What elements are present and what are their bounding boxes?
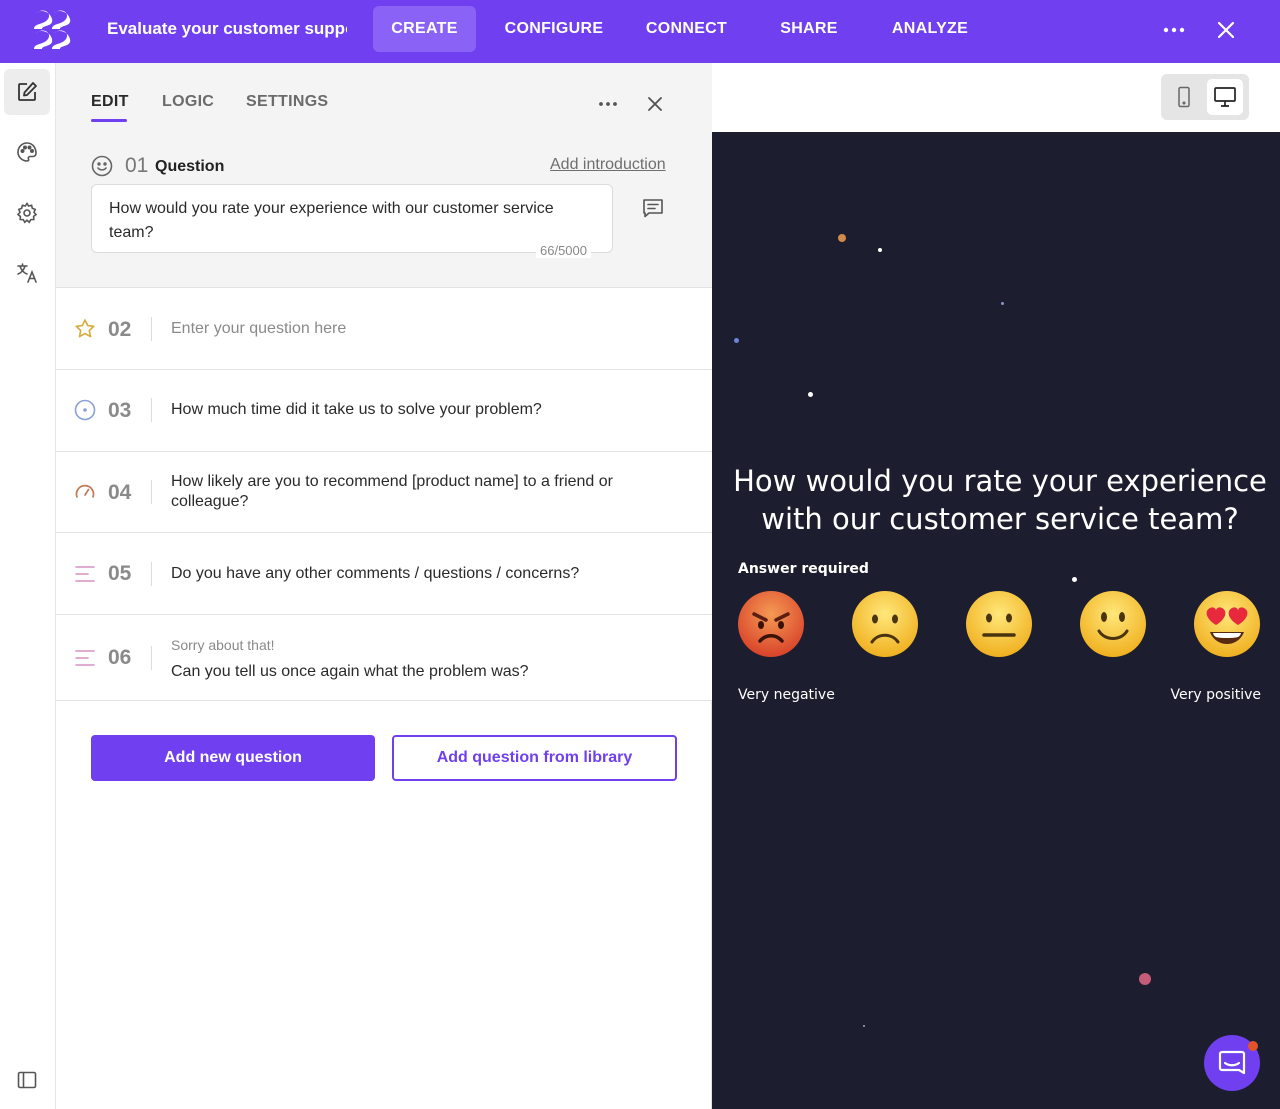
radio-icon (74, 399, 96, 421)
text-lines-icon (74, 647, 96, 669)
question-text: How likely are you to recommend [product… (171, 473, 613, 510)
tab-edit[interactable]: EDIT (91, 93, 129, 111)
decorative-dot (734, 338, 739, 343)
tab-logic[interactable]: LOGIC (162, 93, 214, 111)
question-number: 02 (108, 318, 132, 341)
decorative-dot (1001, 302, 1004, 305)
question-type-label: Question (155, 158, 225, 175)
add-introduction-link[interactable]: Add introduction (550, 156, 666, 174)
active-tab-indicator (91, 119, 127, 122)
device-toggle (1161, 74, 1249, 120)
angry-face-icon[interactable] (736, 589, 806, 659)
question-text: Do you have any other comments / questio… (171, 565, 580, 582)
smiley-rating-icon (91, 155, 113, 177)
decorative-dot (1139, 973, 1151, 985)
tab-create[interactable]: CREATE (373, 6, 476, 52)
more-horizontal-icon[interactable] (1160, 16, 1188, 44)
tab-configure[interactable]: CONFIGURE (494, 6, 614, 52)
add-question-from-library-button[interactable]: Add question from library (392, 735, 677, 781)
question-row-02[interactable]: 02 Enter your question here (56, 288, 712, 370)
add-new-question-button[interactable]: Add new question (91, 735, 375, 781)
editor-header: EDIT LOGIC SETTINGS 01 Question Add intr… (56, 63, 712, 288)
question-row-04[interactable]: 04 How likely are you to recommend [prod… (56, 452, 712, 533)
character-counter: 66/5000 (536, 243, 591, 258)
desktop-icon[interactable] (1207, 79, 1243, 115)
sidebar-toggle-icon[interactable] (4, 1057, 50, 1103)
tab-analyze[interactable]: ANALYZE (880, 6, 980, 52)
gear-icon[interactable] (4, 190, 50, 236)
survey-title[interactable]: Evaluate your customer suppo (107, 19, 347, 39)
divider (151, 646, 152, 670)
decorative-dot (808, 392, 813, 397)
question-number: 01 (125, 154, 149, 177)
tab-connect[interactable]: CONNECT (634, 6, 739, 52)
answer-required-label: Answer required (738, 561, 869, 577)
question-text-input[interactable]: How would you rate your experience with … (91, 184, 613, 253)
edit-icon[interactable] (4, 69, 50, 115)
preview-question-text: How would you rate your experience with … (733, 464, 1267, 536)
question-introduction: Sorry about that! (171, 637, 275, 653)
more-horizontal-icon[interactable] (595, 91, 621, 117)
preview-toolbar (712, 63, 1280, 132)
close-icon[interactable] (642, 91, 668, 117)
mobile-icon[interactable] (1166, 79, 1202, 115)
divider (151, 480, 152, 504)
question-text: How much time did it take us to solve yo… (171, 401, 542, 418)
notification-badge (1248, 1041, 1258, 1051)
scale-low-label: Very negative (738, 687, 835, 703)
close-icon[interactable] (1212, 16, 1240, 44)
gauge-icon (74, 481, 96, 503)
divider (151, 398, 152, 422)
survey-preview: How would you rate your experience with … (712, 132, 1280, 1109)
question-row-06[interactable]: 06 Sorry about that! Can you tell us onc… (56, 615, 712, 701)
scale-high-label: Very positive (1170, 687, 1261, 703)
question-number: 03 (108, 399, 132, 422)
question-number: 05 (108, 562, 132, 585)
smile-face-icon[interactable] (1078, 589, 1148, 659)
star-icon (74, 318, 96, 340)
neutral-face-icon[interactable] (964, 589, 1034, 659)
sad-face-icon[interactable] (850, 589, 920, 659)
divider (151, 317, 152, 341)
question-row-05[interactable]: 05 Do you have any other comments / ques… (56, 533, 712, 615)
heart-eyes-face-icon[interactable] (1192, 589, 1262, 659)
question-editor-panel: EDIT LOGIC SETTINGS 01 Question Add intr… (56, 63, 712, 1109)
question-number: 06 (108, 646, 132, 669)
question-placeholder[interactable]: Enter your question here (171, 319, 691, 339)
decorative-dot (838, 234, 846, 242)
decorative-dot (863, 1025, 865, 1027)
text-lines-icon (74, 563, 96, 585)
translate-icon[interactable] (4, 250, 50, 296)
left-tool-rail (0, 63, 56, 1109)
palette-icon[interactable] (4, 129, 50, 175)
question-number: 04 (108, 481, 132, 504)
question-row-03[interactable]: 03 How much time did it take us to solve… (56, 370, 712, 452)
app-logo[interactable] (30, 9, 74, 51)
comment-icon[interactable] (641, 196, 665, 220)
decorative-dot (1072, 577, 1077, 582)
tab-settings[interactable]: SETTINGS (246, 93, 328, 111)
divider (151, 562, 152, 586)
decorative-dot (878, 248, 882, 252)
question-text: Can you tell us once again what the prob… (171, 663, 529, 680)
top-navigation-bar: Evaluate your customer suppo CREATE CONF… (0, 0, 1280, 63)
tab-share[interactable]: SHARE (766, 6, 852, 52)
